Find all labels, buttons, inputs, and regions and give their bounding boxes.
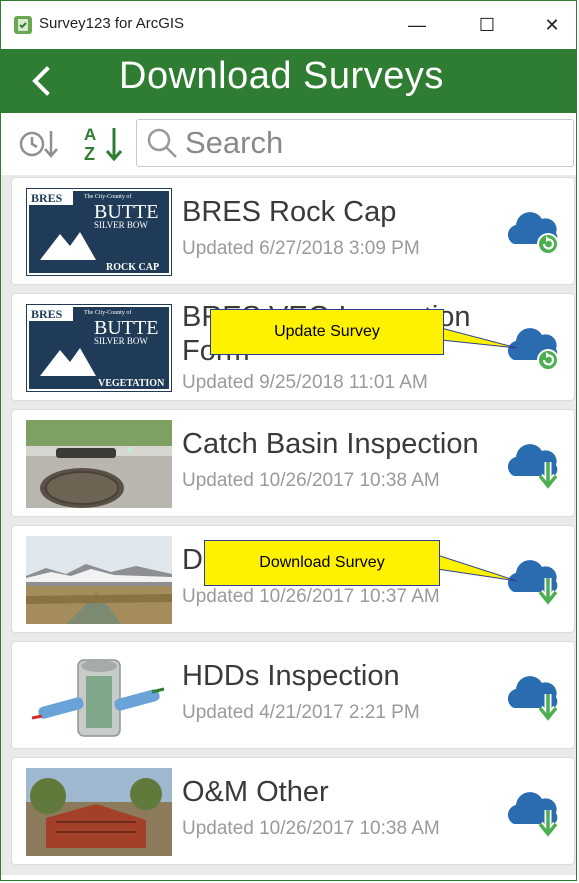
minimize-button[interactable]: — <box>394 9 440 41</box>
cloud-download-icon[interactable] <box>504 668 564 724</box>
survey-list: BRES The City-County of BUTTE SILVER BOW… <box>1 175 576 875</box>
svg-text:SILVER BOW: SILVER BOW <box>94 336 148 346</box>
survey123-app-icon <box>14 16 32 34</box>
app-window: Survey123 for ArcGIS — ☐ ✕ Download Surv… <box>0 0 577 881</box>
survey-card-hdds[interactable]: HDDs Inspection Updated 4/21/2017 2:21 P… <box>11 641 575 749</box>
svg-text:The City-County of: The City-County of <box>84 309 131 316</box>
download-survey-callout: Download Survey <box>204 540 440 586</box>
survey-card-catch-basin[interactable]: Catch Basin Inspection Updated 10/26/201… <box>11 409 575 517</box>
maximize-button[interactable]: ☐ <box>464 9 510 41</box>
survey-updated: Updated 4/21/2017 2:21 PM <box>182 702 420 723</box>
az-sort-icon[interactable]: A Z <box>81 123 129 163</box>
toolbar: A Z <box>1 113 576 175</box>
svg-text:ROCK CAP: ROCK CAP <box>106 262 159 273</box>
survey-card-om-other[interactable]: O&M Other Updated 10/26/2017 10:38 AM <box>11 757 575 865</box>
back-icon[interactable] <box>23 61 63 101</box>
svg-text:BRES: BRES <box>31 191 63 205</box>
cloud-download-icon[interactable] <box>504 784 564 840</box>
clock-sort-icon[interactable] <box>19 127 61 161</box>
download-callout-pointer <box>437 554 518 582</box>
page-header: Download Surveys <box>1 49 576 113</box>
search-input[interactable] <box>185 126 555 160</box>
bres-veg-thumbnail: BRES The City-County of BUTTE SILVER BOW… <box>26 304 172 392</box>
search-box[interactable] <box>136 119 574 167</box>
window-title: Survey123 for ArcGIS <box>39 15 185 32</box>
svg-text:BRES: BRES <box>31 307 63 321</box>
catch-basin-thumbnail <box>26 420 172 508</box>
search-icon <box>147 128 177 158</box>
svg-text:Z: Z <box>84 144 95 163</box>
close-button[interactable]: ✕ <box>529 9 575 41</box>
svg-text:The City-County of: The City-County of <box>84 193 131 200</box>
survey-title: D <box>182 544 203 576</box>
title-bar: Survey123 for ArcGIS — ☐ ✕ <box>1 1 576 49</box>
cloud-download-icon[interactable] <box>504 436 564 492</box>
landscape-thumbnail <box>26 536 172 624</box>
survey-updated: Updated 10/26/2017 10:38 AM <box>182 818 440 839</box>
om-other-thumbnail <box>26 768 172 856</box>
survey-title: HDDs Inspection <box>182 660 400 692</box>
update-survey-callout: Update Survey <box>210 309 444 355</box>
update-callout-pointer <box>441 327 518 349</box>
survey-card-bres-rock-cap[interactable]: BRES The City-County of BUTTE SILVER BOW… <box>11 177 575 285</box>
cloud-update-icon[interactable] <box>504 204 564 260</box>
svg-text:SILVER BOW: SILVER BOW <box>94 220 148 230</box>
survey-title: O&M Other <box>182 776 329 808</box>
survey-updated: Updated 6/27/2018 3:09 PM <box>182 238 420 259</box>
bres-rock-cap-thumbnail: BRES The City-County of BUTTE SILVER BOW… <box>26 188 172 276</box>
hdds-thumbnail <box>26 652 172 740</box>
maximize-icon: ☐ <box>478 14 496 35</box>
survey-title: BRES Rock Cap <box>182 196 397 228</box>
survey-title: Catch Basin Inspection <box>182 428 479 460</box>
svg-text:VEGETATION: VEGETATION <box>98 378 165 389</box>
page-title: Download Surveys <box>119 55 444 97</box>
survey-updated: Updated 10/26/2017 10:38 AM <box>182 470 440 491</box>
close-icon: ✕ <box>544 14 560 35</box>
svg-text:A: A <box>84 125 96 144</box>
minimize-icon: — <box>408 14 426 35</box>
survey-updated: Updated 10/26/2017 10:37 AM <box>182 586 440 607</box>
survey-updated: Updated 9/25/2018 11:01 AM <box>182 372 428 393</box>
